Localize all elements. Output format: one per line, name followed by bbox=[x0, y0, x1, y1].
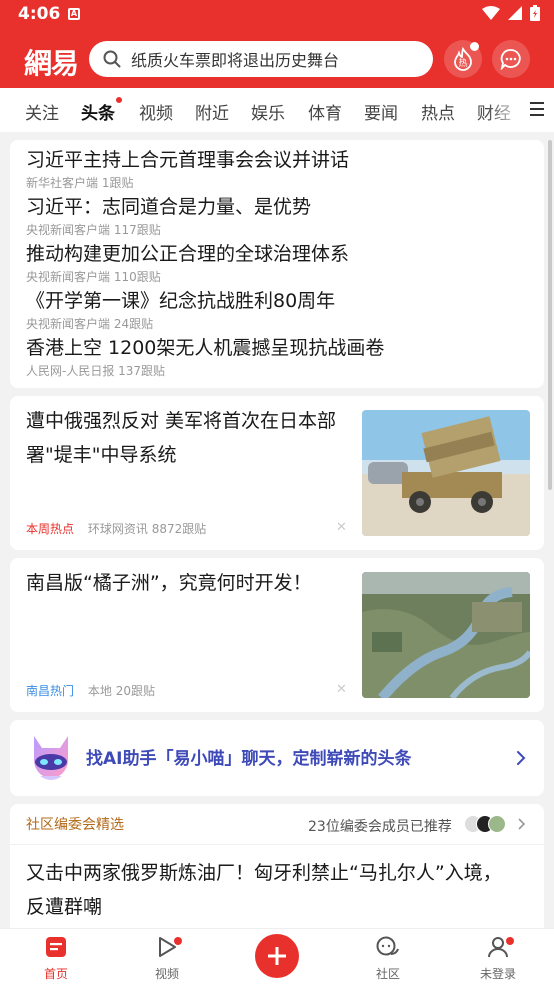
editor-avatars bbox=[464, 815, 520, 833]
status-icons bbox=[482, 5, 540, 21]
dismiss-icon[interactable]: ✕ bbox=[336, 520, 347, 535]
tab-shipin[interactable]: 视频 bbox=[139, 99, 173, 124]
community-recommend-count: 23位编委会成员已推荐 bbox=[308, 819, 452, 835]
news-title: 遭中俄强烈反对 美军将首次在日本部署"堤丰"中导系统 bbox=[26, 410, 337, 466]
chevron-right-icon bbox=[518, 818, 526, 830]
news-meta: 本周热点 环球网资讯 8872跟贴 bbox=[26, 520, 206, 537]
news-card[interactable]: 南昌版“橘子洲”，究竟何时开发！ 南昌热门 本地 20跟贴 ✕ bbox=[10, 558, 544, 712]
hot-item-meta: 央视新闻客户端 24跟贴 bbox=[26, 317, 154, 331]
battery-icon bbox=[530, 5, 540, 21]
ai-assistant-banner[interactable]: 找AI助手「易小喵」聊天，定制崭新的头条 bbox=[10, 720, 544, 796]
hot-badge bbox=[470, 42, 479, 51]
nav-badge bbox=[174, 937, 182, 945]
message-button[interactable] bbox=[492, 40, 530, 78]
hot-item-meta: 央视新闻客户端 117跟贴 bbox=[26, 223, 161, 237]
aerial-city-image bbox=[362, 572, 530, 698]
community-title: 又击中两家俄罗斯炼油厂！匈牙利禁止“马扎尔人”入境，反遭群嘲 bbox=[26, 862, 502, 918]
status-time: 4:06 bbox=[18, 4, 61, 24]
chevron-right-icon bbox=[517, 751, 526, 765]
ai-banner-text: 找AI助手「易小喵」聊天，定制崭新的头条 bbox=[86, 749, 412, 769]
news-image bbox=[362, 410, 530, 536]
app-header: 4:06 A 網易 纸质火车票即将退出历史舞台 热 bbox=[0, 0, 554, 88]
scrollbar[interactable] bbox=[548, 140, 552, 490]
tab-tiyu[interactable]: 体育 bbox=[308, 99, 342, 124]
netease-logo[interactable]: 網易 bbox=[24, 42, 79, 82]
nav-community-label: 社区 bbox=[375, 967, 400, 981]
nav-video[interactable]: 视频 bbox=[137, 935, 197, 982]
home-icon bbox=[46, 937, 66, 957]
chat-bubble-icon bbox=[500, 49, 521, 70]
search-bar[interactable]: 纸质火车票即将退出历史舞台 bbox=[89, 41, 433, 77]
hot-item[interactable]: 习近平：志同道合是力量、是优势 央视新闻客户端 117跟贴 bbox=[26, 192, 311, 238]
news-tag: 本周热点 bbox=[26, 522, 75, 536]
news-comments: 8872跟贴 bbox=[151, 522, 207, 536]
hot-button[interactable]: 热 bbox=[444, 40, 482, 78]
tab-guanzhu[interactable]: 关注 bbox=[25, 99, 59, 124]
tab-redian[interactable]: 热点 bbox=[421, 99, 455, 124]
news-card[interactable]: 遭中俄强烈反对 美军将首次在日本部署"堤丰"中导系统 本周热点 环球网资讯 88… bbox=[10, 396, 544, 550]
news-meta: 南昌热门 本地 20跟贴 bbox=[26, 682, 155, 699]
ai-cat-mascot-icon bbox=[34, 736, 68, 780]
hot-item[interactable]: 推动构建更加公正合理的全球治理体系 央视新闻客户端 110跟贴 bbox=[26, 239, 349, 285]
nav-home[interactable]: 首页 bbox=[26, 935, 86, 982]
fire-icon: 热 bbox=[454, 47, 472, 71]
search-placeholder: 纸质火车票即将退出历史舞台 bbox=[131, 51, 340, 70]
hot-item[interactable]: 《开学第一课》纪念抗战胜利80周年 央视新闻客户端 24跟贴 bbox=[26, 286, 335, 332]
divider bbox=[10, 844, 544, 845]
nav-video-label: 视频 bbox=[154, 967, 179, 981]
nav-community[interactable]: 社区 bbox=[358, 935, 418, 982]
nav-home-label: 首页 bbox=[43, 967, 68, 981]
news-title: 南昌版“橘子洲”，究竟何时开发！ bbox=[26, 572, 312, 594]
tab-yule[interactable]: 娱乐 bbox=[251, 99, 285, 124]
hot-item[interactable]: 习近平主持上合元首理事会会议并讲话 新华社客户端 1跟贴 bbox=[26, 145, 349, 191]
hot-item-title: 推动构建更加公正合理的全球治理体系 bbox=[26, 243, 350, 265]
hot-item-title: 香港上空 1200架无人机震撼呈现抗战画卷 bbox=[26, 337, 385, 359]
news-tag: 南昌热门 bbox=[26, 684, 75, 698]
missile-launcher-image bbox=[362, 410, 530, 536]
signal-icon bbox=[508, 6, 522, 20]
wifi-icon bbox=[482, 6, 500, 20]
news-comments: 20跟贴 bbox=[115, 684, 155, 698]
avatar bbox=[488, 815, 506, 833]
community-label: 社区编委会精选 bbox=[26, 817, 124, 833]
hot-item-meta: 人民网-人民日报 137跟贴 bbox=[26, 364, 166, 378]
search-icon bbox=[103, 50, 121, 68]
status-bar: 4:06 A bbox=[0, 0, 554, 30]
nav-badge bbox=[506, 937, 514, 945]
hot-item-title: 习近平：志同道合是力量、是优势 bbox=[26, 196, 312, 218]
hot-item-meta: 央视新闻客户端 110跟贴 bbox=[26, 270, 161, 284]
tab-yaowen[interactable]: 要闻 bbox=[364, 99, 398, 124]
community-card[interactable]: 社区编委会精选 23位编委会成员已推荐 又击中两家俄罗斯炼油厂！匈牙利禁止“马扎… bbox=[10, 804, 544, 934]
tab-toutiao-label: 头条 bbox=[81, 104, 115, 124]
hot-item-title: 《开学第一课》纪念抗战胜利80周年 bbox=[26, 290, 336, 312]
tab-badge bbox=[115, 96, 123, 104]
notification-icon: A bbox=[68, 8, 80, 20]
tab-fade bbox=[486, 88, 526, 132]
plus-icon bbox=[268, 947, 286, 965]
tab-toutiao[interactable]: 头条 bbox=[81, 96, 123, 124]
svg-text:热: 热 bbox=[458, 57, 467, 69]
news-source: 本地 bbox=[87, 684, 112, 698]
dismiss-icon[interactable]: ✕ bbox=[336, 682, 347, 697]
channel-tabs: 关注 头条 视频 附近 娱乐 体育 要闻 热点 财经 bbox=[0, 88, 554, 132]
news-image bbox=[362, 572, 530, 698]
nav-login[interactable]: 未登录 bbox=[468, 935, 528, 982]
publish-plus-button[interactable] bbox=[255, 934, 299, 978]
community-icon bbox=[376, 936, 399, 956]
hot-item-meta: 新华社客户端 1跟贴 bbox=[26, 176, 134, 190]
hot-item[interactable]: 香港上空 1200架无人机震撼呈现抗战画卷 人民网-人民日报 137跟贴 bbox=[26, 333, 384, 379]
news-source: 环球网资讯 bbox=[87, 522, 148, 536]
nav-login-label: 未登录 bbox=[479, 967, 516, 981]
hot-list-card: 习近平主持上合元首理事会会议并讲话 新华社客户端 1跟贴 习近平：志同道合是力量… bbox=[10, 140, 544, 388]
channel-menu-icon[interactable] bbox=[530, 102, 544, 120]
tab-fujin[interactable]: 附近 bbox=[195, 99, 229, 124]
hot-item-title: 习近平主持上合元首理事会会议并讲话 bbox=[26, 149, 350, 171]
